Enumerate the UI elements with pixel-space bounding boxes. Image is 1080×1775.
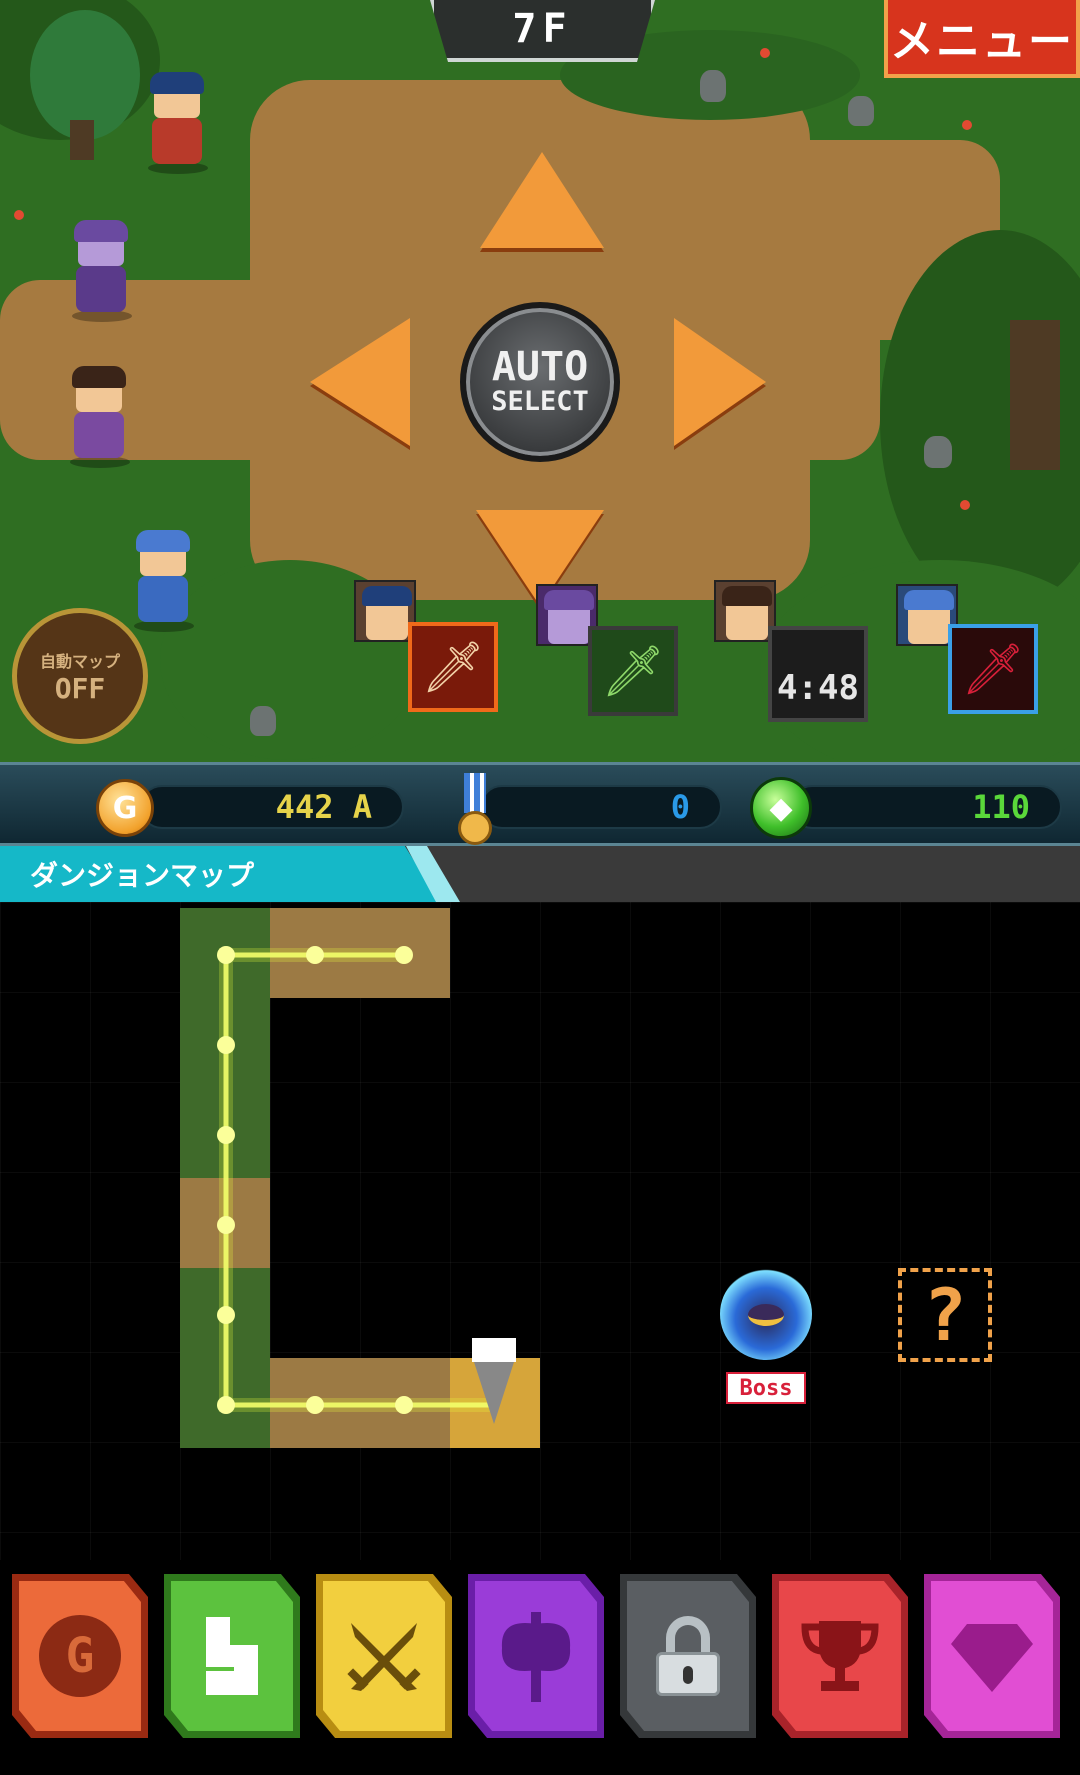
player-position-marker bbox=[472, 1338, 516, 1428]
tab-shop[interactable] bbox=[924, 1574, 1060, 1738]
axe-icon bbox=[501, 1612, 571, 1702]
tab-ranking[interactable] bbox=[772, 1574, 908, 1738]
explored-route bbox=[217, 946, 496, 1414]
diamond-icon bbox=[951, 1624, 1033, 1692]
tab-gold[interactable]: G bbox=[12, 1574, 148, 1738]
unknown-event-icon[interactable]: ? bbox=[898, 1268, 992, 1362]
boss-portal-icon[interactable] bbox=[720, 1268, 812, 1360]
boss-label: Boss bbox=[726, 1372, 806, 1404]
trophy-icon bbox=[801, 1621, 879, 1691]
tab-dungeon[interactable] bbox=[164, 1574, 300, 1738]
game-screen: 7F メニュー AUTO SELECT 自動マップ OFF 🗡 🗡 4:48 🗡… bbox=[0, 0, 1080, 1775]
crossed-swords-icon bbox=[347, 1623, 421, 1691]
lock-icon bbox=[656, 1616, 720, 1696]
tab-equipment[interactable] bbox=[468, 1574, 604, 1738]
path-icon bbox=[206, 1617, 258, 1695]
tab-battle[interactable] bbox=[316, 1574, 452, 1738]
gold-coin-icon: G bbox=[39, 1615, 121, 1697]
tab-locked[interactable] bbox=[620, 1574, 756, 1738]
